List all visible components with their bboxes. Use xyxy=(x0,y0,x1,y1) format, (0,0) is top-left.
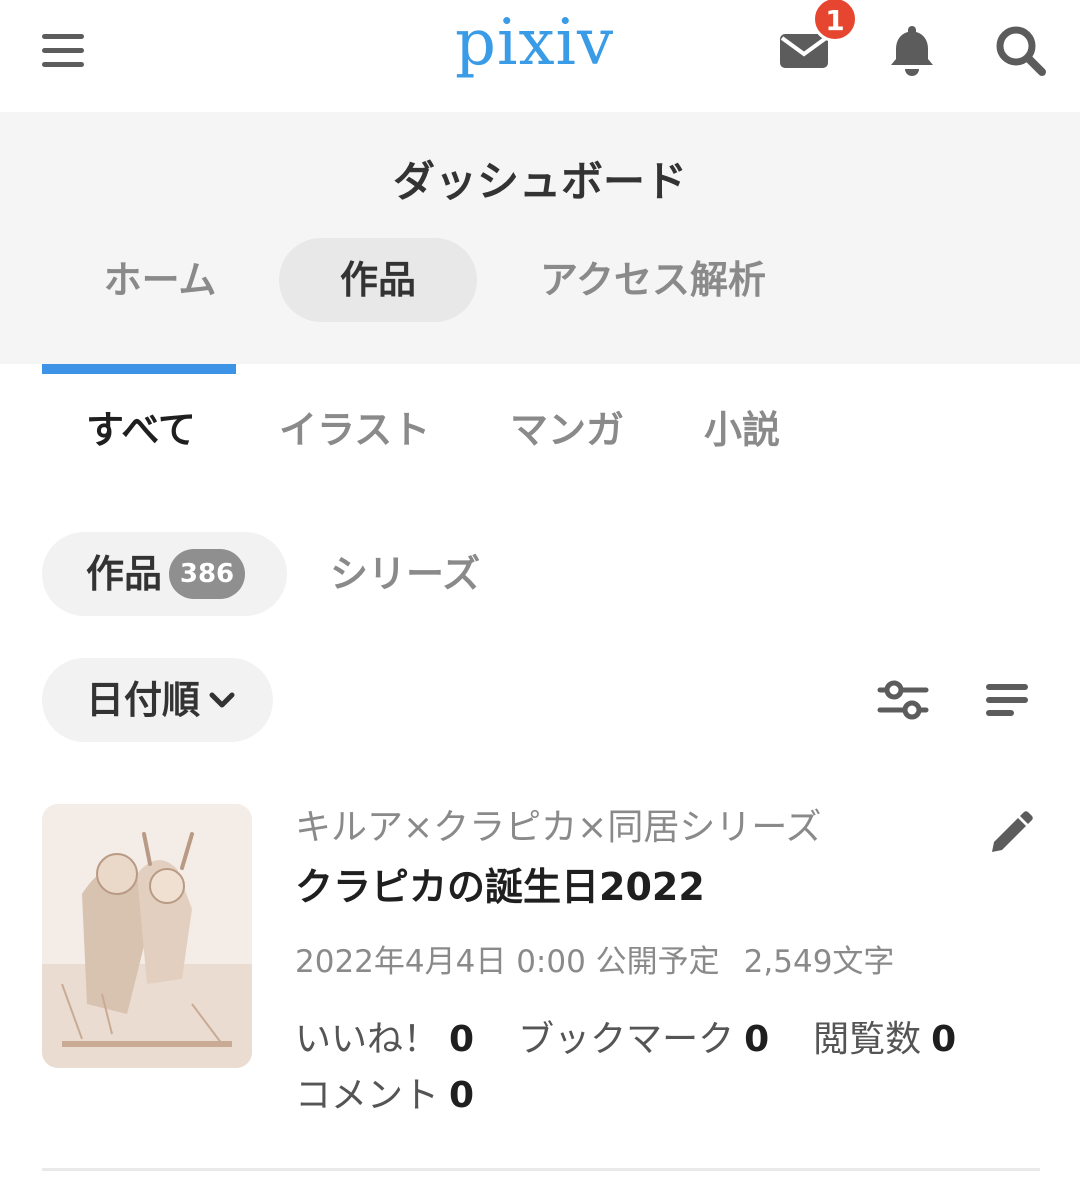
tab-category-manga[interactable]: マンガ xyxy=(510,398,624,462)
views-label: 閲覧数 xyxy=(813,1019,922,1060)
filter-sliders-icon[interactable] xyxy=(874,676,932,724)
tab-category-illust[interactable]: イラスト xyxy=(279,398,430,462)
likes-value: 0 xyxy=(449,1019,475,1060)
work-series-link[interactable]: キルア×クラピカ×同居シリーズ xyxy=(295,798,822,850)
chevron-down-icon xyxy=(209,692,235,708)
comments-label: コメント xyxy=(295,1075,440,1116)
pixiv-logo[interactable]: pixiv xyxy=(455,6,625,96)
work-title[interactable]: クラピカの誕生日2022 xyxy=(295,856,705,911)
work-thumbnail[interactable] xyxy=(42,804,252,1068)
works-toggle-button[interactable]: 作品 386 xyxy=(42,532,287,616)
tab-works[interactable]: 作品 xyxy=(279,238,477,322)
edit-pencil-icon[interactable] xyxy=(984,810,1034,860)
bookmarks-value: 0 xyxy=(744,1019,770,1060)
likes-stat: いいね！ 0 xyxy=(295,1019,474,1060)
page-title: ダッシュボード xyxy=(392,157,687,206)
tab-category-novel[interactable]: 小説 xyxy=(704,398,780,462)
app-header: pixiv 1 xyxy=(0,0,1080,112)
views-value: 0 xyxy=(931,1019,957,1060)
views-stat: 閲覧数 0 xyxy=(813,1019,956,1060)
notification-badge: 1 xyxy=(812,0,858,42)
active-tab-indicator xyxy=(42,364,236,374)
dashboard-section: ダッシュボード ホーム 作品 アクセス解析 xyxy=(0,112,1080,364)
tab-home[interactable]: ホーム xyxy=(82,238,238,322)
bookmarks-stat: ブックマーク 0 xyxy=(518,1019,769,1060)
work-schedule: 2022年4月4日 0:00 公開予定 xyxy=(295,944,720,980)
work-stats-row-2: コメント 0 xyxy=(295,1066,518,1118)
list-view-icon[interactable] xyxy=(982,678,1032,722)
tab-access-analysis[interactable]: アクセス解析 xyxy=(520,238,786,322)
likes-label: いいね！ xyxy=(295,1019,440,1060)
work-character-count: 2,549文字 xyxy=(743,944,895,980)
sort-label: 日付順 xyxy=(86,678,201,722)
series-toggle-button[interactable]: シリーズ xyxy=(330,532,480,616)
work-stats-row: いいね！ 0 ブックマーク 0 閲覧数 0 xyxy=(295,1010,1000,1062)
bell-icon[interactable] xyxy=(882,20,942,80)
search-icon[interactable] xyxy=(990,20,1050,80)
works-count-badge: 386 xyxy=(169,549,245,599)
hamburger-menu-icon[interactable] xyxy=(38,28,90,72)
comments-value: 0 xyxy=(449,1075,475,1116)
tab-category-all[interactable]: すべて xyxy=(86,398,196,462)
works-toggle-label: 作品 xyxy=(86,552,163,596)
bookmarks-label: ブックマーク xyxy=(518,1019,735,1060)
comments-stat: コメント 0 xyxy=(295,1075,474,1116)
list-divider xyxy=(42,1168,1040,1171)
sort-dropdown[interactable]: 日付順 xyxy=(42,658,273,742)
work-meta: 2022年4月4日 0:00 公開予定 2,549文字 xyxy=(295,936,894,981)
